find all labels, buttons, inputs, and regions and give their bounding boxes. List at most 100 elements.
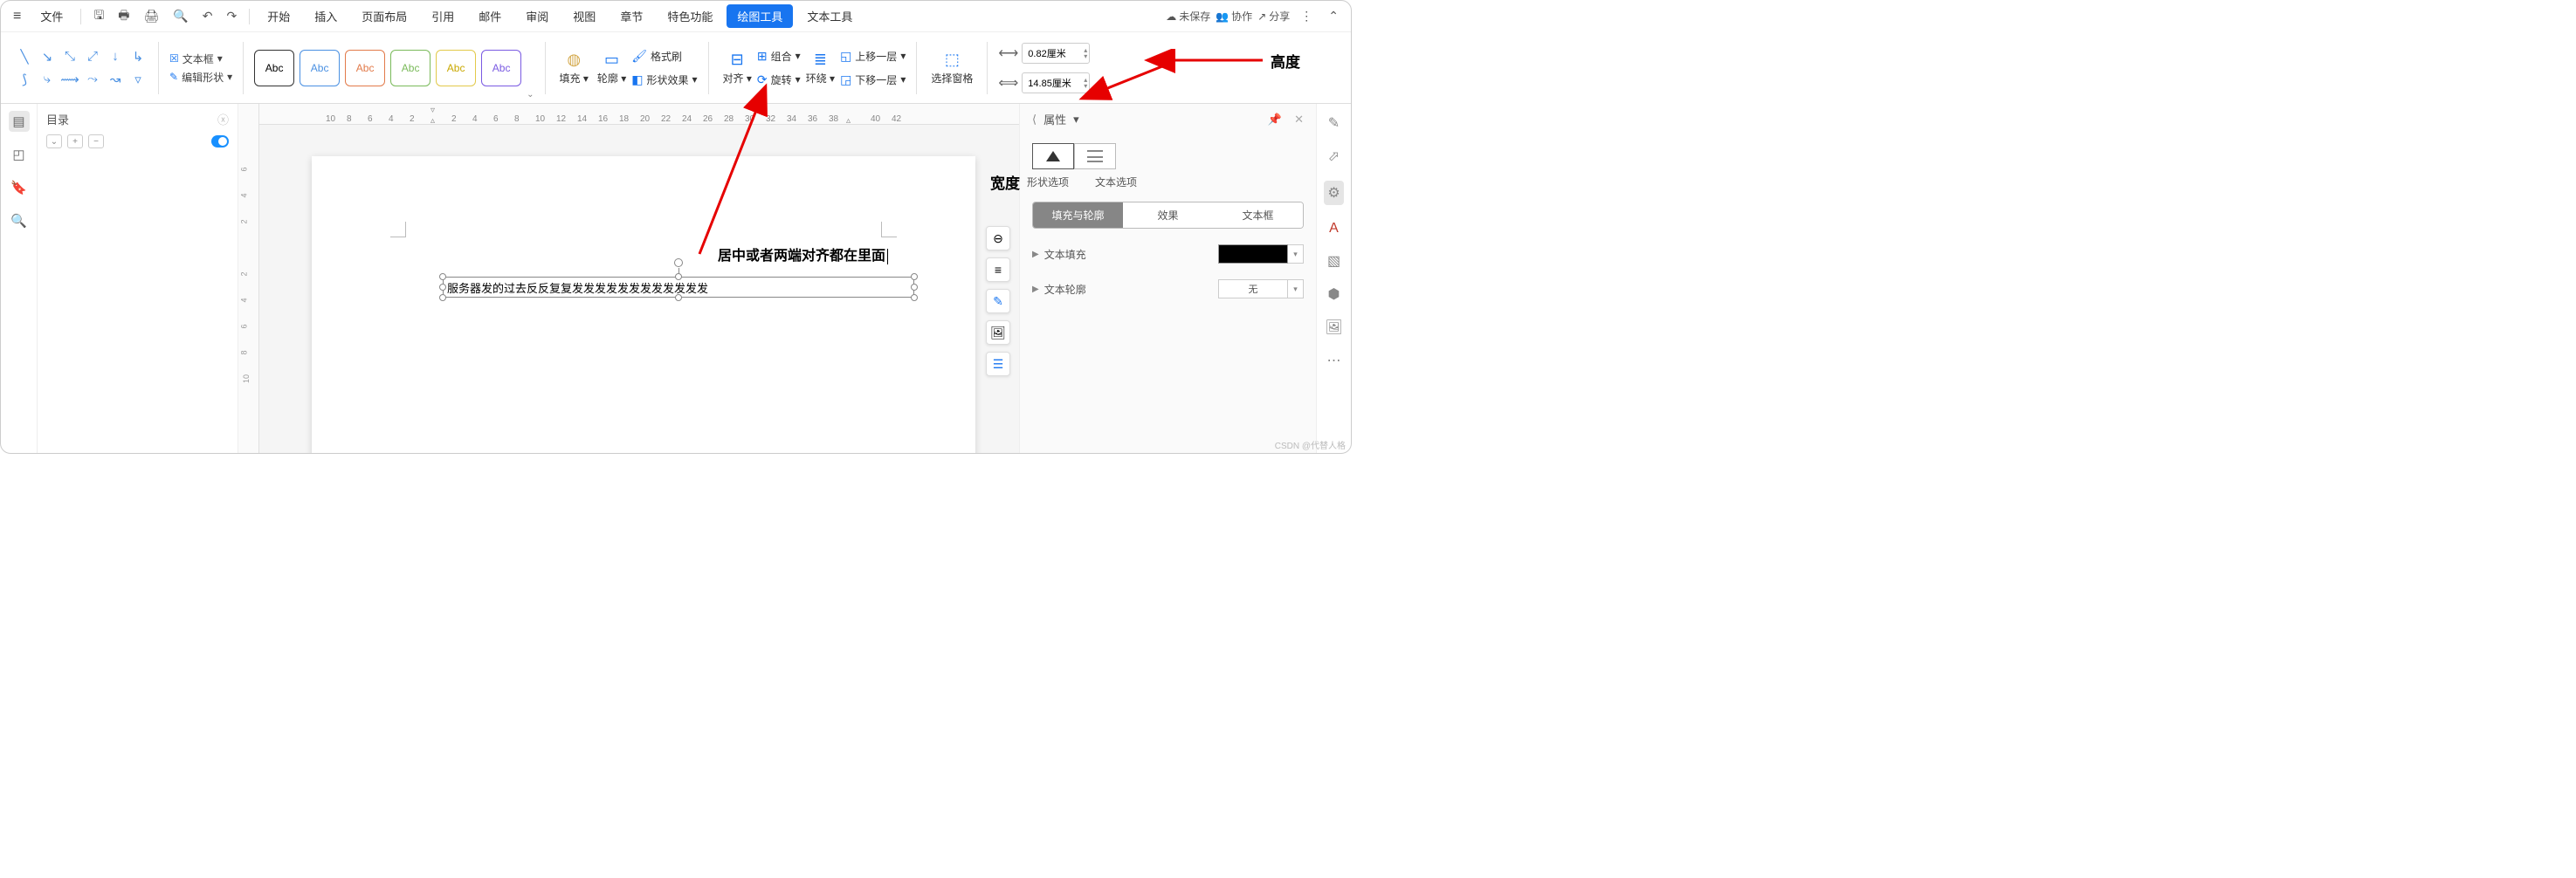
resize-handle-bc[interactable] [675,294,682,301]
pen-float-icon[interactable]: ✎ [986,289,1010,313]
canvas: 6 4 2 2 4 6 8 10 108642 2468101214161820… [238,104,1019,453]
rr-pic-icon[interactable]: 🖼 [1325,319,1342,336]
seg-fill-outline[interactable]: 填充与轮廓 [1033,202,1123,228]
resize-handle-tc[interactable] [675,273,682,280]
text-fill-row[interactable]: ▶文本填充 ▾ [1032,244,1304,264]
group-button[interactable]: ⊞组合 ▾ [757,49,801,64]
search-doc-icon[interactable]: 🔍 [168,5,193,27]
tab-view[interactable]: 视图 [562,4,606,28]
share-button[interactable]: ↗ 分享 [1257,9,1290,24]
fill-button[interactable]: ◍填充 ▾ [556,51,592,86]
text-outline-row[interactable]: ▶文本轮廓 无 ▾ [1032,279,1304,298]
print-icon[interactable]: 🖨 [139,5,165,27]
hamburger-icon[interactable]: ≡ [8,9,26,24]
tab-start[interactable]: 开始 [257,4,300,28]
shape-effect-button[interactable]: ◧形状效果 ▾ [631,72,697,87]
toc-toggle[interactable] [211,135,229,147]
tab-reference[interactable]: 引用 [421,4,465,28]
size-launcher-icon[interactable]: ⌟ [1095,90,1099,99]
shape-options-label[interactable]: 形状选项 [1027,175,1069,189]
outline-button[interactable]: ▭轮廓 ▾ [594,51,630,86]
pin-icon[interactable]: 📌 [1268,113,1282,127]
height-annotation: 高度 [1271,50,1300,72]
selected-textbox[interactable]: 服务器发的过去反反复复发发发发发发发发发发发发 [443,277,914,298]
tab-review[interactable]: 审阅 [515,4,559,28]
rr-font-icon[interactable]: A [1329,221,1339,237]
style-preset-6[interactable]: Abc [481,50,521,86]
image-float-icon[interactable]: 🖼 [986,320,1010,345]
resize-handle-tl[interactable] [439,273,446,280]
watermark: CSDN @代替人格 [1275,438,1346,451]
tab-feature[interactable]: 特色功能 [657,4,723,28]
line-tools[interactable]: ╲↘⤡⤢↓↳ ⟆⤷⟿⤳↝▿ [15,47,148,89]
more-icon[interactable]: ⋮ [1295,5,1318,27]
rr-cube-icon[interactable]: ⬢ [1328,285,1340,303]
rotate-button[interactable]: ⟳旋转 ▾ [757,72,801,87]
tab-text-tools[interactable]: 文本工具 [796,4,863,28]
search-icon[interactable]: 🔍 [9,210,30,231]
collab-button[interactable]: 👥 协作 [1216,9,1252,24]
width-input[interactable]: ⟺ 14.85厘米▴▾ [998,72,1090,93]
tab-layout[interactable]: 页面布局 [351,4,417,28]
unsaved-status[interactable]: ☁ 未保存 [1166,9,1210,24]
tab-mail[interactable]: 邮件 [468,4,512,28]
style-preset-5[interactable]: Abc [436,50,476,86]
rr-settings-icon[interactable]: ⚙ [1324,181,1343,205]
style-preset-1[interactable]: Abc [254,50,294,86]
text-options-label[interactable]: 文本选项 [1095,175,1137,189]
tab-insert[interactable]: 插入 [304,4,348,28]
shape-tab-text[interactable] [1074,143,1116,169]
style-preset-3[interactable]: Abc [345,50,385,86]
horizontal-ruler: 108642 246810121416182022242628303234363… [259,104,1019,125]
edit-shape-button[interactable]: ✎编辑形状 ▾ [169,70,232,85]
bookmark-icon[interactable]: 🔖 [9,177,30,198]
text-outline-dropdown-icon[interactable]: ▾ [1288,279,1304,298]
print-preview-icon[interactable]: 🖶 [113,3,134,31]
nav-tab-icon[interactable]: ◰ [9,144,30,165]
resize-handle-tr[interactable] [911,273,918,280]
collapse-ribbon-icon[interactable]: ⌃ [1323,5,1344,27]
menubar: ≡ 文件 🖫 🖶 🖨 🔍 ↶ ↷ 开始 插入 页面布局 引用 邮件 审阅 视图 … [1,1,1351,32]
seg-textbox[interactable]: 文本框 [1213,202,1303,228]
menu-file[interactable]: 文件 [30,4,73,28]
rr-shape-icon[interactable]: ▧ [1327,252,1340,270]
rr-edit-icon[interactable]: ✎ [1328,114,1340,132]
style-preset-2[interactable]: Abc [300,50,340,86]
save-icon[interactable]: 🖫 [88,3,109,31]
rotate-handle[interactable] [674,258,683,267]
height-input[interactable]: ⟷ 0.82厘米▴▾ [998,43,1090,64]
wrap-button[interactable]: ≣环绕 ▾ [802,51,838,86]
toc-tab-icon[interactable]: ▤ [9,111,30,132]
undo-icon[interactable]: ↶ [197,5,218,27]
resize-handle-bl[interactable] [439,294,446,301]
props-close-icon[interactable]: ✕ [1294,113,1304,127]
textbox-button[interactable]: ☒文本框 ▾ [169,51,232,66]
resize-handle-ml[interactable] [439,284,446,291]
toc-close-icon[interactable]: ⓧ [217,111,229,127]
rr-more-icon[interactable]: ⋯ [1327,352,1341,369]
resize-handle-br[interactable] [911,294,918,301]
bring-forward-button[interactable]: ◱上移一层 ▾ [840,49,906,64]
text-fill-swatch[interactable] [1218,244,1288,264]
send-backward-button[interactable]: ◲下移一层 ▾ [840,72,906,87]
shape-tab-fill[interactable] [1032,143,1074,169]
align-button[interactable]: ⊟对齐 ▾ [720,51,755,86]
style-more-icon[interactable]: ⌄ [527,90,534,99]
toc-expand-icon[interactable]: ⌄ [46,134,62,148]
seg-effect[interactable]: 效果 [1123,202,1213,228]
select-pane-button[interactable]: ⬚选择窗格 [927,51,976,86]
resize-handle-mr[interactable] [911,284,918,291]
text-fill-dropdown-icon[interactable]: ▾ [1288,244,1304,264]
toc-remove-icon[interactable]: − [88,134,104,148]
tab-chapter[interactable]: 章节 [610,4,653,28]
layout-float-icon[interactable]: ≡ [986,257,1010,282]
tab-drawing[interactable]: 绘图工具 [727,4,793,28]
style-preset-4[interactable]: Abc [390,50,430,86]
collapse-float-icon[interactable]: ⊖ [986,226,1010,250]
format-painter-button[interactable]: 🖌格式刷 [631,49,697,64]
rr-select-icon[interactable]: ⬀ [1328,147,1340,165]
text-outline-value[interactable]: 无 [1218,279,1288,298]
text-float-icon[interactable]: ☰ [986,352,1010,376]
toc-add-icon[interactable]: + [67,134,83,148]
redo-icon[interactable]: ↷ [221,5,242,27]
